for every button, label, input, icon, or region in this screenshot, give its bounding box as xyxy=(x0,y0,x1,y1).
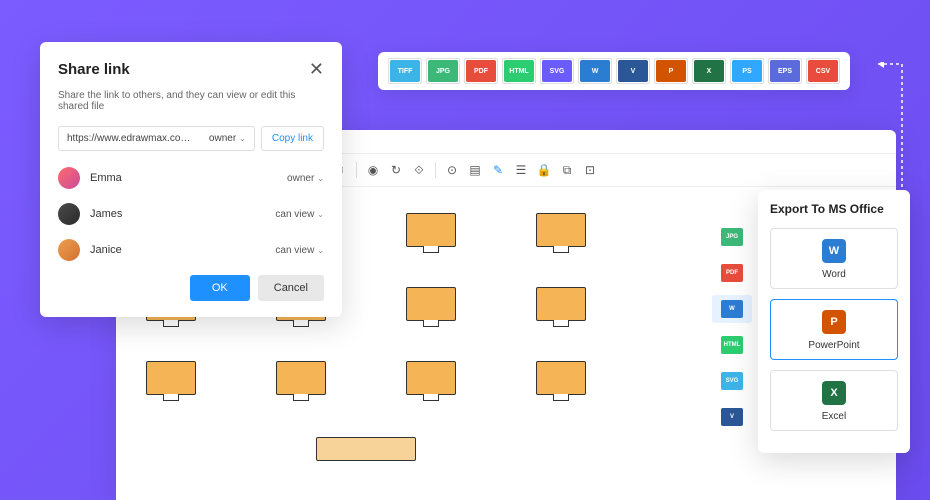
user-row: James can view⌄ xyxy=(58,203,324,225)
user-name: James xyxy=(90,208,122,220)
side-format-jpg[interactable]: JPG xyxy=(721,228,743,246)
chevron-down-icon: ⌄ xyxy=(317,246,324,255)
side-format-visio[interactable]: V xyxy=(721,408,743,426)
export-label: Word xyxy=(822,269,846,280)
share-url-text: https://www.edrawmax.com/online/fil xyxy=(67,133,197,144)
line-style-icon[interactable]: ☰ xyxy=(511,160,531,180)
crop-icon[interactable]: ⟐ xyxy=(409,160,429,180)
avatar xyxy=(58,203,80,225)
perm-select[interactable]: can view⌄ xyxy=(275,245,324,256)
monitor-shape[interactable] xyxy=(146,361,196,395)
format-svg[interactable]: SVG xyxy=(542,60,572,82)
format-jpg[interactable]: JPG xyxy=(428,60,458,82)
user-name: Emma xyxy=(90,172,122,184)
desk-shape[interactable] xyxy=(316,437,416,461)
side-format-pdf[interactable]: PDF xyxy=(721,264,743,282)
url-perm-select[interactable]: owner⌄ xyxy=(209,133,246,144)
format-excel[interactable]: X xyxy=(694,60,724,82)
perm-select[interactable]: owner⌄ xyxy=(287,173,324,184)
format-visio[interactable]: V xyxy=(618,60,648,82)
format-word[interactable]: W xyxy=(580,60,610,82)
chevron-down-icon: ⌄ xyxy=(317,174,324,183)
side-format-list: JPG PDF W HTML SVG V xyxy=(712,222,752,432)
monitor-shape[interactable] xyxy=(406,361,456,395)
format-bar: TIFF JPG PDF HTML SVG W V P X PS EPS CSV xyxy=(378,52,850,90)
format-eps[interactable]: EPS xyxy=(770,60,800,82)
more-icon[interactable]: ⊡ xyxy=(580,160,600,180)
export-label: Excel xyxy=(822,411,846,422)
avatar xyxy=(58,239,80,261)
pen-icon[interactable]: ✎ xyxy=(488,160,508,180)
monitor-shape[interactable] xyxy=(536,213,586,247)
monitor-shape[interactable] xyxy=(536,361,586,395)
format-pdf[interactable]: PDF xyxy=(466,60,496,82)
user-row: Janice can view⌄ xyxy=(58,239,324,261)
export-title: Export To MS Office xyxy=(770,202,898,216)
copy-icon[interactable]: ⧉ xyxy=(557,160,577,180)
share-subtitle: Share the link to others, and they can v… xyxy=(58,90,324,112)
export-powerpoint[interactable]: P PowerPoint xyxy=(770,299,898,360)
share-url-input[interactable]: https://www.edrawmax.com/online/fil owne… xyxy=(58,126,255,151)
lock-icon[interactable]: 🔒 xyxy=(534,160,554,180)
copy-link-button[interactable]: Copy link xyxy=(261,126,324,151)
monitor-shape[interactable] xyxy=(276,361,326,395)
fill-icon[interactable]: ◉ xyxy=(363,160,383,180)
perm-select[interactable]: can view⌄ xyxy=(275,209,324,220)
format-tiff[interactable]: TIFF xyxy=(390,60,420,82)
excel-icon: X xyxy=(822,381,846,405)
monitor-shape[interactable] xyxy=(536,287,586,321)
powerpoint-icon: P xyxy=(822,310,846,334)
image-icon[interactable]: ▤ xyxy=(465,160,485,180)
user-row: Emma owner⌄ xyxy=(58,167,324,189)
monitor-shape[interactable] xyxy=(406,213,456,247)
ok-button[interactable]: OK xyxy=(190,275,250,301)
export-label: PowerPoint xyxy=(808,340,859,351)
export-word[interactable]: W Word xyxy=(770,228,898,289)
format-ps[interactable]: PS xyxy=(732,60,762,82)
rotate-icon[interactable]: ↻ xyxy=(386,160,406,180)
word-icon: W xyxy=(822,239,846,263)
search-icon[interactable]: ⊙ xyxy=(442,160,462,180)
export-panel: Export To MS Office W Word P PowerPoint … xyxy=(758,190,910,453)
close-icon[interactable]: ✕ xyxy=(309,60,324,78)
chevron-down-icon: ⌄ xyxy=(239,134,246,143)
format-powerpoint[interactable]: P xyxy=(656,60,686,82)
share-dialog: Share link ✕ Share the link to others, a… xyxy=(40,42,342,317)
format-html[interactable]: HTML xyxy=(504,60,534,82)
side-format-svg[interactable]: SVG xyxy=(721,372,743,390)
user-name: Janice xyxy=(90,244,122,256)
export-excel[interactable]: X Excel xyxy=(770,370,898,431)
monitor-shape[interactable] xyxy=(406,287,456,321)
chevron-down-icon: ⌄ xyxy=(317,210,324,219)
side-format-word[interactable]: W xyxy=(721,300,743,318)
share-title: Share link xyxy=(58,61,130,78)
side-format-html[interactable]: HTML xyxy=(721,336,743,354)
avatar xyxy=(58,167,80,189)
format-csv[interactable]: CSV xyxy=(808,60,838,82)
cancel-button[interactable]: Cancel xyxy=(258,275,324,301)
